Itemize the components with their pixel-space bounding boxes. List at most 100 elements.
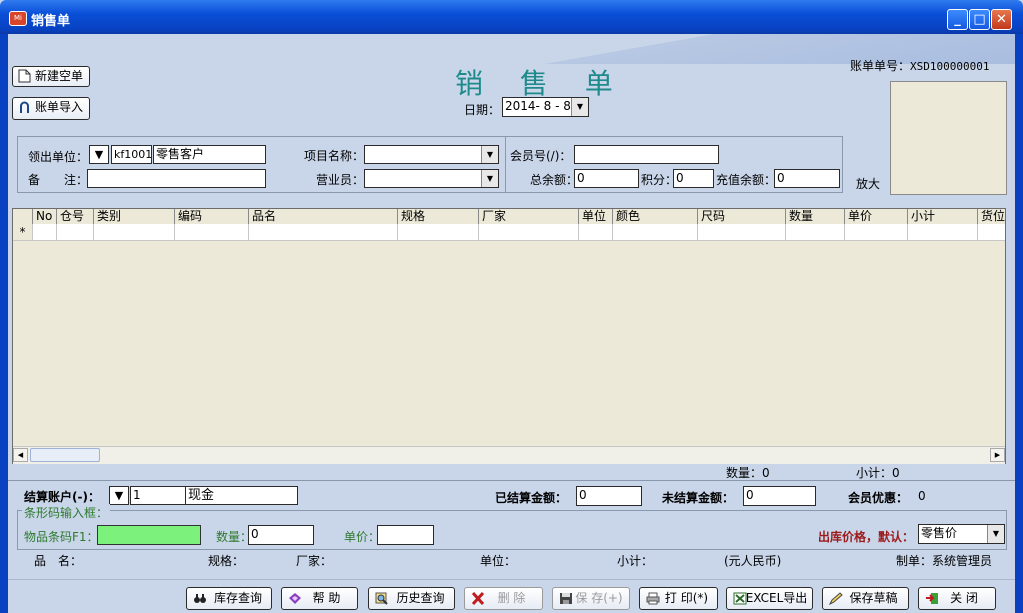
import-bill-button[interactable]: 账单导入: [12, 97, 90, 120]
column-header[interactable]: 仓号: [57, 209, 94, 224]
column-header[interactable]: No: [33, 209, 57, 224]
grid-cell[interactable]: [57, 224, 94, 240]
column-header[interactable]: 厂家: [479, 209, 579, 224]
save-draft-button[interactable]: 保存草稿: [822, 587, 909, 610]
history-query-button[interactable]: 历史查询: [368, 587, 455, 610]
scrollbar-thumb[interactable]: [30, 448, 100, 462]
bill-number-label: 账单单号：XSD100000001: [850, 59, 990, 73]
items-grid[interactable]: No 仓号 类别 编码 品名 规格 厂家 单位 颜色 尺码 数量 单价 小计 货…: [12, 208, 1006, 464]
close-icon: ✕: [996, 12, 1007, 27]
grid-cell[interactable]: [175, 224, 249, 240]
close-button[interactable]: 关 闭: [918, 587, 996, 610]
grid-cell[interactable]: [978, 224, 1005, 240]
window-frame-right: [1015, 34, 1023, 613]
grid-cell[interactable]: [249, 224, 398, 240]
column-header[interactable]: 编码: [175, 209, 249, 224]
grid-cell[interactable]: [33, 224, 57, 240]
help-button[interactable]: 帮 助: [281, 587, 358, 610]
grid-cell[interactable]: [579, 224, 613, 240]
column-header[interactable]: 数量: [786, 209, 845, 224]
barcode-qty-field[interactable]: 0: [248, 525, 314, 545]
out-price-select[interactable]: 零售价 ▼: [918, 524, 1005, 544]
print-button[interactable]: 打 印(*): [639, 587, 718, 610]
product-image-preview: [890, 81, 1007, 195]
recharge-label: 充值余额：: [716, 173, 777, 187]
scroll-left-icon[interactable]: ◀: [13, 448, 28, 462]
delete-label: 删 除: [497, 591, 526, 605]
salesperson-select[interactable]: ▼: [364, 169, 499, 188]
unsettled-amount-field[interactable]: 0: [743, 486, 816, 506]
new-row[interactable]: *: [13, 224, 1005, 241]
project-select[interactable]: ▼: [364, 145, 499, 164]
barcode-group-label: 条形码输入框：: [22, 504, 111, 521]
item-maker-label: 厂家：: [296, 554, 333, 568]
issuer-name-field[interactable]: 零售客户: [153, 145, 266, 164]
barcode-label: 物品条码F1：: [24, 530, 99, 544]
grid-cell[interactable]: [698, 224, 786, 240]
excel-export-button[interactable]: EXCEL导出: [726, 587, 813, 610]
binoculars-icon: [194, 594, 206, 603]
barcode-input[interactable]: [97, 525, 201, 545]
grid-cell[interactable]: [94, 224, 175, 240]
member-field[interactable]: [574, 145, 719, 164]
new-document-icon: [18, 69, 31, 83]
save-button[interactable]: 保 存(+): [552, 587, 630, 610]
salesperson-label: 营业员：: [316, 173, 365, 187]
maximize-button[interactable]: □: [969, 9, 990, 30]
grid-cell[interactable]: [786, 224, 845, 240]
out-price-value: 零售价: [921, 526, 958, 540]
project-label: 项目名称：: [304, 149, 365, 163]
grid-cell[interactable]: [845, 224, 908, 240]
account-dropdown-button[interactable]: ▼: [109, 486, 129, 505]
grid-cell[interactable]: [479, 224, 579, 240]
column-header[interactable]: 类别: [94, 209, 175, 224]
issuer-code-field[interactable]: kf1001: [111, 145, 152, 164]
scroll-right-icon[interactable]: ▶: [990, 448, 1005, 462]
chevron-down-icon: ▼: [481, 146, 498, 163]
item-spec-label: 规格：: [208, 554, 245, 568]
minimize-icon: _: [954, 12, 961, 27]
close-window-button[interactable]: ✕: [991, 9, 1012, 30]
recharge-field[interactable]: 0: [774, 169, 840, 188]
date-picker[interactable]: 2014- 8 - 8 ▼: [502, 97, 589, 117]
client-area: 新建空单 账单导入 销 售 单 日期： 2014- 8 - 8 ▼ 账单单号：X…: [8, 34, 1015, 613]
account-name-field[interactable]: 现金: [185, 486, 298, 505]
delete-button[interactable]: 删 除: [464, 587, 543, 610]
settled-amount-field[interactable]: 0: [576, 486, 642, 506]
import-icon: [20, 101, 29, 113]
points-field[interactable]: 0: [673, 169, 714, 188]
column-header[interactable]: 货位: [978, 209, 1005, 224]
column-header[interactable]: 品名: [249, 209, 398, 224]
divider: [8, 480, 1015, 481]
balance-field[interactable]: 0: [574, 169, 639, 188]
column-header[interactable]: 颜色: [613, 209, 698, 224]
balance-label: 总余额：: [530, 173, 579, 187]
new-blank-button[interactable]: 新建空单: [12, 66, 90, 87]
column-header[interactable]: 小计: [908, 209, 978, 224]
title-bar[interactable]: Mi 销售单 _ □ ✕: [0, 0, 1023, 34]
sales-order-window: Mi 销售单 _ □ ✕ 新建空单 账单导入 销 售 单 日期： 2014- 8…: [0, 0, 1023, 613]
account-code-field[interactable]: 1: [130, 486, 186, 505]
note-field[interactable]: [87, 169, 266, 188]
grid-horizontal-scrollbar[interactable]: ◀ ▶: [13, 446, 1005, 464]
column-header[interactable]: 规格: [398, 209, 479, 224]
barcode-price-field[interactable]: [377, 525, 434, 545]
stock-query-button[interactable]: 库存查询: [186, 587, 272, 610]
grid-cell[interactable]: [613, 224, 698, 240]
help-label: 帮 助: [312, 591, 341, 605]
issuer-dropdown-button[interactable]: ▼: [89, 145, 109, 164]
minimize-button[interactable]: _: [947, 9, 968, 30]
item-subtotal-label: 小计：: [617, 554, 654, 568]
help-book-icon: [289, 593, 301, 604]
close-label: 关 闭: [950, 591, 978, 605]
column-header[interactable]: 单价: [845, 209, 908, 224]
column-header[interactable]: 尺码: [698, 209, 786, 224]
zoom-label[interactable]: 放大: [856, 175, 880, 192]
created-by-label: 制单：系统管理员: [896, 554, 993, 568]
column-header[interactable]: 单位: [579, 209, 613, 224]
printer-icon: [646, 592, 660, 605]
member-discount-label: 会员优惠：: [848, 491, 909, 505]
grid-subtotal: 小计：0: [856, 466, 900, 480]
grid-cell[interactable]: [908, 224, 978, 240]
grid-cell[interactable]: [398, 224, 479, 240]
